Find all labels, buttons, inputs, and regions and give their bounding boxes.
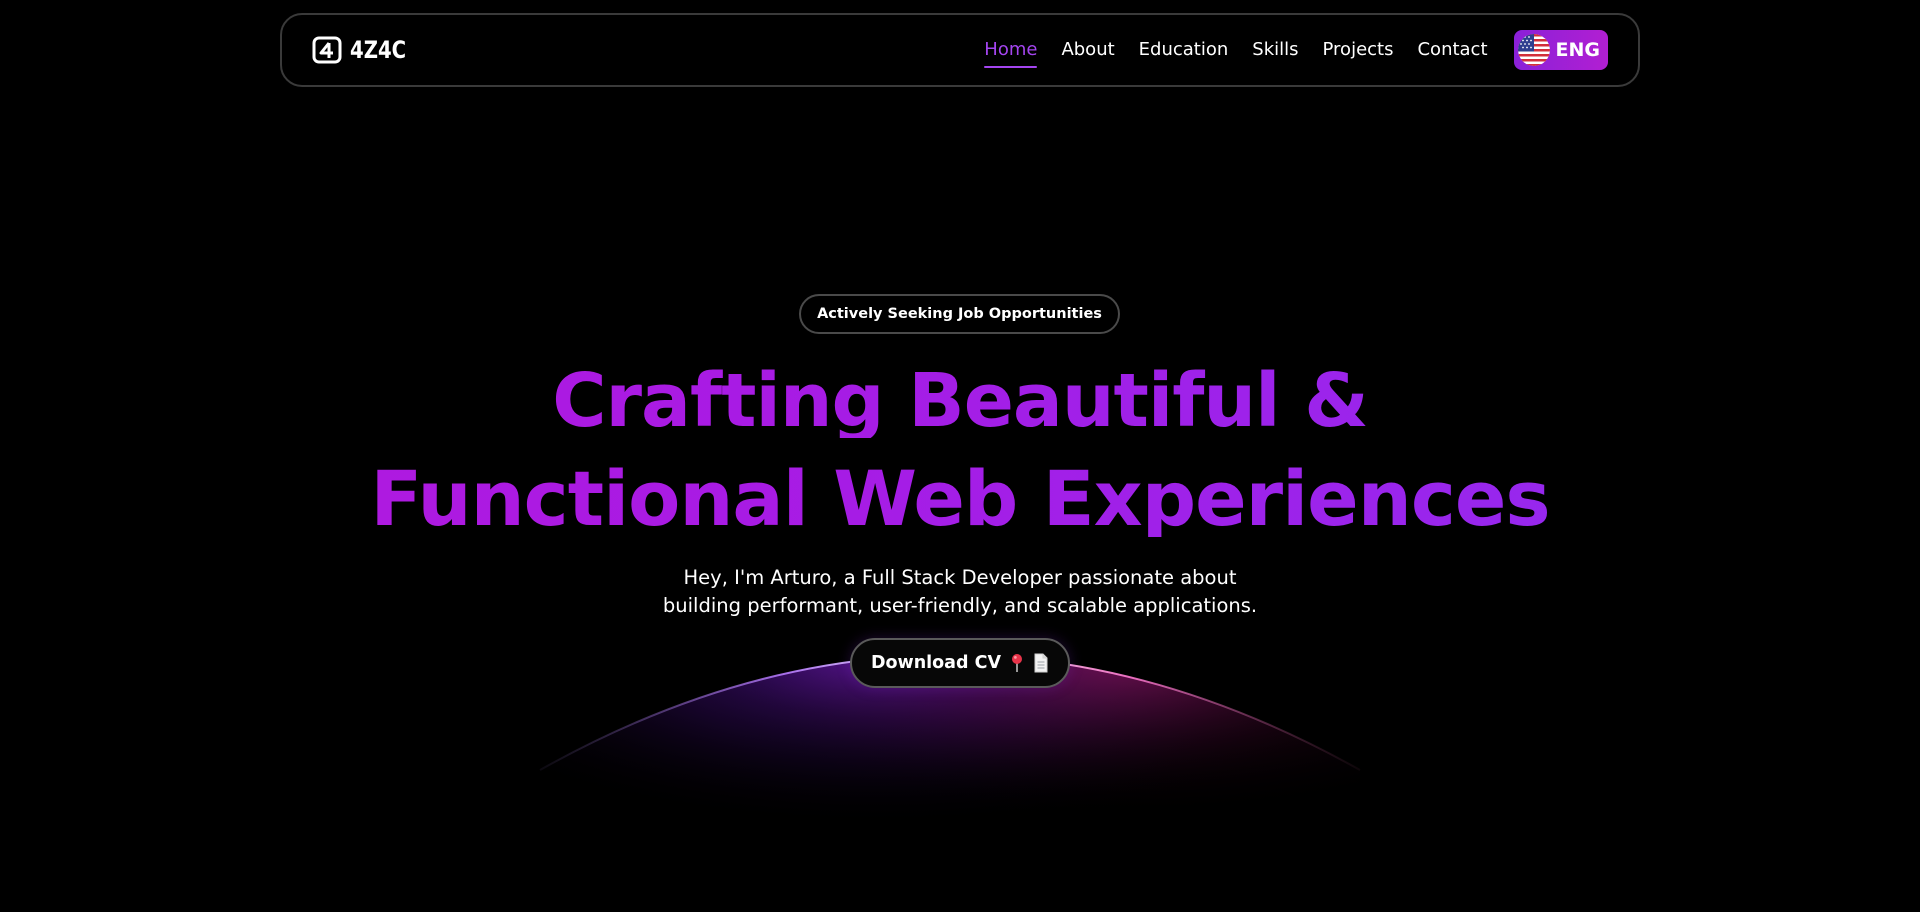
hero-subtitle-line2: building performant, user-friendly, and … [662, 594, 1258, 617]
document-icon [1034, 653, 1048, 673]
hero-headline-line2: Functional Web Experiences [0, 461, 1920, 537]
hero-section: Actively Seeking Job Opportunities Craft… [0, 0, 1920, 912]
portfolio-page: 4Z4C Home About Education Skills Project… [0, 0, 1920, 912]
download-cv-button[interactable]: Download CV [850, 638, 1070, 688]
pin-icon [1012, 654, 1022, 672]
hero-subtitle-line1: Hey, I'm Arturo, a Full Stack Developer … [683, 566, 1237, 589]
hero-headline-line1: Crafting Beautiful & [0, 364, 1920, 438]
download-cv-label: Download CV [870, 653, 1001, 673]
job-status-badge: Actively Seeking Job Opportunities [799, 294, 1120, 334]
